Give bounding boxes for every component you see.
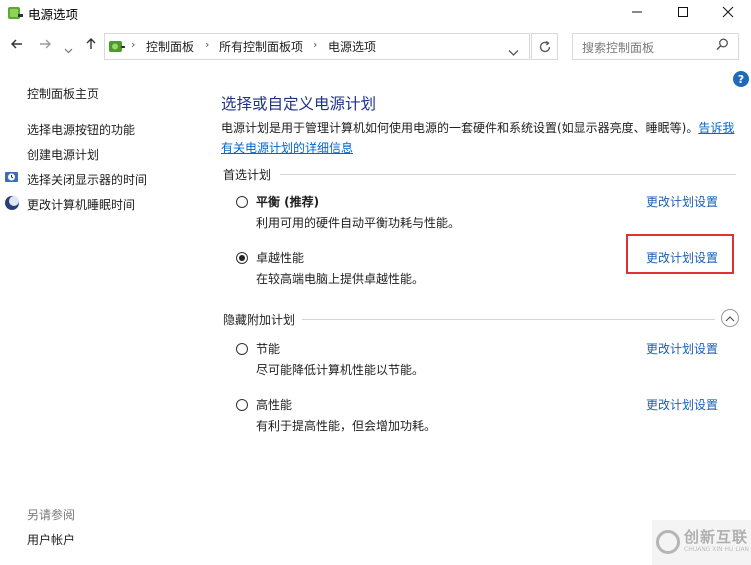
divider xyxy=(280,174,736,175)
plan-name-high-performance: 高性能 xyxy=(256,398,293,412)
control-panel-icon xyxy=(109,41,125,52)
refresh-icon xyxy=(539,40,550,52)
watermark-text: 创新互联 xyxy=(684,528,749,546)
plan-name-ultimate-performance: 卓越性能 xyxy=(256,251,305,265)
change-plan-settings-balanced[interactable]: 更改计划设置 xyxy=(646,193,718,210)
preferred-plans-label: 首选计划 xyxy=(223,168,272,182)
forward-button[interactable] xyxy=(38,36,52,55)
see-also-user-accounts[interactable]: 用户帐户 xyxy=(27,531,75,548)
monitor-clock-icon xyxy=(5,172,18,182)
watermark-logo-icon xyxy=(656,530,680,554)
radio-ultimate-performance[interactable] xyxy=(236,252,248,264)
arrow-up-icon xyxy=(86,38,96,49)
plan-desc-balanced: 利用可用的硬件自动平衡功耗与性能。 xyxy=(256,216,461,230)
radio-high-performance[interactable] xyxy=(236,399,248,411)
radio-power-saver[interactable] xyxy=(236,343,248,355)
sidebar-item-display-off-time[interactable]: 选择关闭显示器的时间 xyxy=(27,171,147,188)
plan-desc-high-performance: 有利于提高性能，但会增加功耗。 xyxy=(256,419,437,433)
breadcrumb-separator: › xyxy=(205,38,210,51)
breadcrumb-separator: › xyxy=(131,38,136,51)
collapse-button[interactable] xyxy=(721,309,739,327)
arrow-left-icon xyxy=(11,39,22,49)
see-also-label: 另请参阅 xyxy=(27,508,76,522)
minimize-icon xyxy=(632,11,642,13)
plan-name-power-saver: 节能 xyxy=(256,342,281,356)
radio-balanced[interactable] xyxy=(236,196,248,208)
window-title: 电源选项 xyxy=(28,7,79,22)
search-icon[interactable] xyxy=(716,38,729,55)
sidebar-item-power-buttons[interactable]: 选择电源按钮的功能 xyxy=(27,121,135,138)
description-text: 电源计划是用于管理计算机如何使用电源的一套硬件和系统设置(如显示器亮度、睡眠等)… xyxy=(221,121,699,135)
power-options-icon xyxy=(8,7,23,19)
page-description: 电源计划是用于管理计算机如何使用电源的一套硬件和系统设置(如显示器亮度、睡眠等)… xyxy=(221,118,736,158)
plan-desc-power-saver: 尽可能降低计算机性能以节能。 xyxy=(256,363,425,377)
close-button[interactable] xyxy=(705,0,751,24)
change-plan-settings-high-performance[interactable]: 更改计划设置 xyxy=(646,396,718,413)
hidden-plans-label: 隐藏附加计划 xyxy=(223,313,296,327)
watermark-subtext: CHUANG XIN HU LIAN xyxy=(684,546,750,553)
sidebar-item-sleep-time[interactable]: 更改计算机睡眠时间 xyxy=(27,196,135,213)
back-button[interactable] xyxy=(10,36,24,55)
search-placeholder: 搜索控制面板 xyxy=(582,41,655,55)
divider xyxy=(302,319,715,320)
maximize-button[interactable] xyxy=(660,0,706,24)
breadcrumb-power-options[interactable]: 电源选项 xyxy=(328,38,376,55)
sidebar-item-create-plan[interactable]: 创建电源计划 xyxy=(27,146,99,163)
highlight-box xyxy=(626,234,734,274)
chevron-down-icon xyxy=(508,50,519,56)
arrow-right-icon xyxy=(40,39,51,49)
recent-locations-button[interactable] xyxy=(64,40,73,59)
address-dropdown-button[interactable] xyxy=(508,42,519,61)
plan-desc-ultimate-performance: 在较高端电脑上提供卓越性能。 xyxy=(256,272,425,286)
breadcrumb-control-panel[interactable]: 控制面板 xyxy=(146,38,194,55)
close-icon xyxy=(722,6,734,18)
breadcrumb-separator: › xyxy=(313,38,318,51)
breadcrumb-all-items[interactable]: 所有控制面板项 xyxy=(219,38,303,55)
minimize-button[interactable] xyxy=(614,0,660,24)
page-title: 选择或自定义电源计划 xyxy=(221,95,377,113)
sleep-moon-icon xyxy=(5,196,19,210)
plan-name-balanced: 平衡 (推荐) xyxy=(256,195,320,209)
change-plan-settings-power-saver[interactable]: 更改计划设置 xyxy=(646,340,718,357)
up-button[interactable] xyxy=(84,36,98,55)
chevron-down-icon xyxy=(64,48,73,54)
help-icon[interactable]: ? xyxy=(733,71,749,87)
chevron-up-icon xyxy=(725,315,735,321)
maximize-icon xyxy=(678,7,688,17)
refresh-button[interactable] xyxy=(531,33,558,60)
sidebar-item-control-panel-home[interactable]: 控制面板主页 xyxy=(27,85,99,102)
